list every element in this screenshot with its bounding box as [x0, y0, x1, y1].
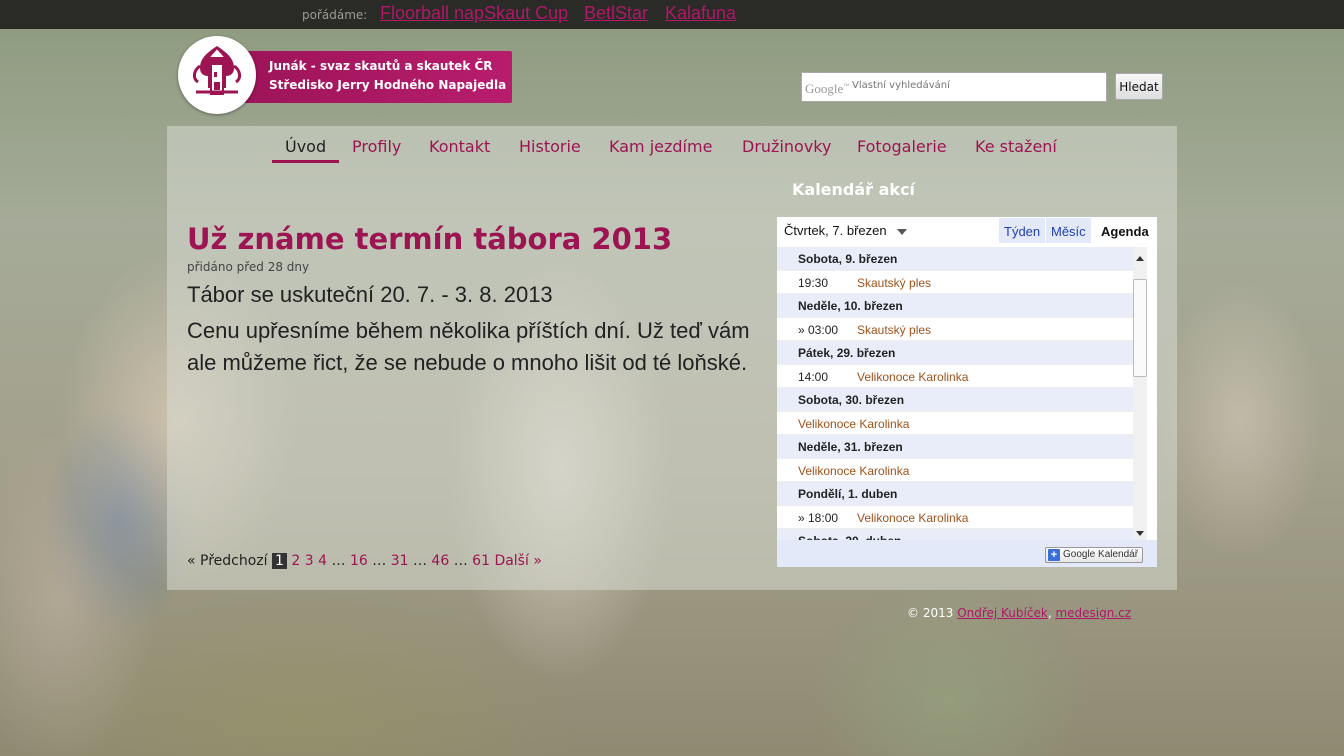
event-title[interactable]: Velikonoce Karolinka: [798, 464, 909, 478]
event-time: » 03:00: [798, 322, 839, 337]
search-button[interactable]: Hledat: [1115, 73, 1163, 100]
event-time: 14:00: [798, 369, 829, 384]
tab-tyden[interactable]: Týden: [999, 218, 1046, 243]
agenda-day-header: Neděle, 31. březen: [777, 435, 1133, 459]
post-title[interactable]: Už známe termín tábora 2013: [187, 222, 672, 256]
footer-separator: ,: [1047, 606, 1052, 620]
event-title[interactable]: Velikonoce Karolinka: [857, 511, 968, 525]
pager-ellipsis: …: [412, 553, 427, 569]
calendar-heading: Kalendář akcí: [792, 180, 916, 199]
agenda-list[interactable]: Sobota, 9. březen 19:30 Skautský ples Neděl…: [777, 247, 1133, 540]
footer: © 2013 Ondřej Kubíček, medesign.cz: [907, 606, 1131, 620]
event-time: 19:30: [798, 275, 829, 290]
scroll-up-icon[interactable]: [1136, 256, 1144, 261]
footer-copyright: © 2013: [907, 606, 954, 620]
logo-banner[interactable]: Junák - svaz skautů a skautek ČR Středis…: [236, 51, 512, 103]
agenda-day-header: Pátek, 29. březen: [777, 341, 1133, 365]
nav-item-fotogalerie[interactable]: Fotogalerie: [857, 137, 947, 156]
footer-site-link[interactable]: medesign.cz: [1055, 606, 1131, 620]
pagination: « Předchozí 1 2 3 4 … 16 … 31 … 46 … 61 …: [187, 553, 542, 569]
post-meta: přidáno před 28 dny: [187, 260, 310, 274]
agenda-event[interactable]: 19:30 Skautský ples: [777, 271, 1133, 294]
add-to-google-calendar-button[interactable]: + Google Kalendář: [1045, 547, 1144, 563]
calendar-footer: + Google Kalendář: [777, 540, 1157, 567]
scrollbar-thumb[interactable]: [1133, 279, 1147, 377]
pager-page[interactable]: 4: [318, 553, 327, 569]
pager-page[interactable]: 46: [431, 553, 449, 569]
calendar-date-label: Čtvrtek, 7. březen: [784, 223, 887, 238]
pager-page[interactable]: 3: [305, 553, 314, 569]
logo-line-2: Středisko Jerry Hodného Napajedla: [269, 78, 507, 92]
calendar-widget: Čtvrtek, 7. březen Týden Měsíc Agenda So…: [777, 217, 1157, 567]
nav-item-historie[interactable]: Historie: [519, 137, 581, 156]
agenda-event[interactable]: » 18:00 Velikonoce Karolinka: [777, 506, 1133, 529]
pager-page[interactable]: 16: [350, 553, 368, 569]
topbar-lead: pořádáme:: [302, 8, 368, 22]
pager-prev: « Předchozí: [187, 553, 268, 569]
top-bar: pořádáme: Floorball napSkaut Cup BetlSta…: [0, 0, 1344, 29]
event-title[interactable]: Skautský ples: [857, 323, 931, 337]
post-subtitle: Tábor se uskuteční 20. 7. - 3. 8. 2013: [187, 282, 553, 307]
scout-emblem-icon[interactable]: [178, 36, 256, 114]
calendar-date-select[interactable]: Čtvrtek, 7. březen: [784, 223, 907, 238]
agenda-event[interactable]: » 03:00 Skautský ples: [777, 318, 1133, 341]
nav-item-druzinovky[interactable]: Družinovky: [742, 137, 831, 156]
agenda-event[interactable]: Velikonoce Karolinka: [777, 459, 1133, 482]
agenda-event[interactable]: Velikonoce Karolinka: [777, 412, 1133, 435]
agenda-scrollbar[interactable]: [1133, 247, 1147, 540]
post-body: Cenu upřesníme během několika příštích d…: [187, 318, 750, 375]
topbar-link-floorball[interactable]: Floorball napSkaut Cup: [380, 3, 568, 24]
agenda-day-header: Sobota, 20. duben: [777, 529, 1133, 540]
nav-item-kontakt[interactable]: Kontakt: [429, 137, 490, 156]
event-title[interactable]: Velikonoce Karolinka: [857, 370, 968, 384]
pager-page[interactable]: 31: [391, 553, 409, 569]
nav-active-indicator: [272, 160, 339, 163]
agenda-day-header: Pondělí, 1. duben: [777, 482, 1133, 506]
agenda-day-header: Sobota, 30. březen: [777, 388, 1133, 412]
calendar-toolbar: Čtvrtek, 7. březen Týden Měsíc Agenda: [777, 217, 1157, 243]
nav-item-ke-stazeni[interactable]: Ke stažení: [975, 137, 1057, 156]
scroll-down-icon[interactable]: [1136, 531, 1144, 536]
agenda-day-header: Sobota, 9. březen: [777, 247, 1133, 271]
pager-current: 1: [272, 553, 287, 569]
topbar-link-kalafuna[interactable]: Kalafuna: [665, 3, 736, 24]
event-title[interactable]: Velikonoce Karolinka: [798, 417, 909, 431]
pager-ellipsis: …: [453, 553, 468, 569]
pager-next[interactable]: Další »: [494, 553, 541, 569]
plus-icon: +: [1048, 549, 1060, 561]
tab-mesic[interactable]: Měsíc: [1046, 218, 1091, 243]
event-time: » 18:00: [798, 510, 839, 525]
chevron-down-icon: [896, 228, 907, 235]
search-field[interactable]: Google™: [801, 72, 1107, 102]
pager-page[interactable]: 2: [291, 553, 300, 569]
search-input[interactable]: [852, 80, 1102, 91]
agenda-day-header: Neděle, 10. březen: [777, 294, 1133, 318]
event-title[interactable]: Skautský ples: [857, 276, 931, 290]
agenda-event[interactable]: 14:00 Velikonoce Karolinka: [777, 365, 1133, 388]
pager-ellipsis: …: [372, 553, 387, 569]
logo-line-1: Junák - svaz skautů a skautek ČR: [269, 59, 493, 73]
footer-author-link[interactable]: Ondřej Kubíček: [957, 606, 1048, 620]
tab-agenda[interactable]: Agenda: [1096, 218, 1154, 243]
google-search-brand: Google™: [805, 81, 850, 96]
pager-ellipsis: …: [331, 553, 346, 569]
pager-page[interactable]: 61: [472, 553, 490, 569]
nav-item-kam-jezdime[interactable]: Kam jezdíme: [609, 137, 712, 156]
topbar-link-betlstar[interactable]: BetlStar: [584, 3, 648, 24]
nav-item-uvod[interactable]: Úvod: [285, 137, 326, 156]
nav-item-profily[interactable]: Profily: [352, 137, 401, 156]
